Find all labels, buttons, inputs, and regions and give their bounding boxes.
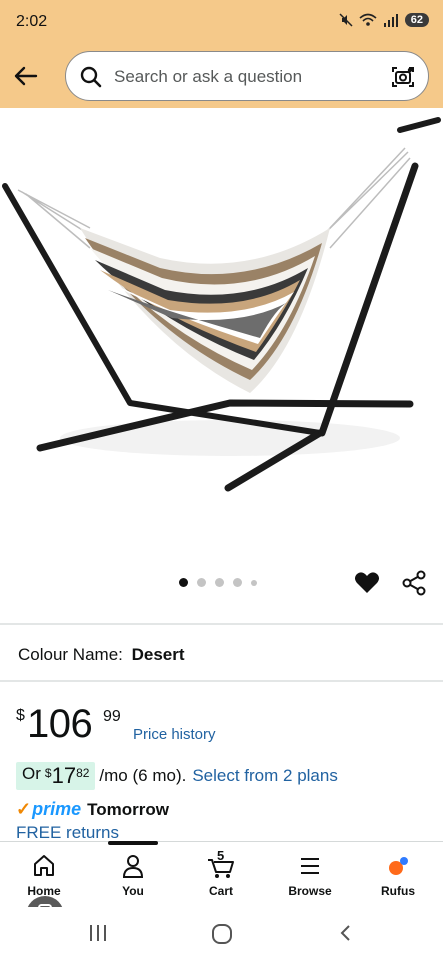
mute-icon <box>339 13 353 27</box>
search-input[interactable]: Search or ask a question <box>65 51 429 101</box>
plan-fraction: 82 <box>76 766 90 780</box>
colour-label: Colour Name: <box>18 645 123 664</box>
price-history-link[interactable]: Price history <box>133 726 216 743</box>
plan-whole: 17 <box>51 763 77 788</box>
chevron-left-icon <box>340 925 350 941</box>
nav-rufus-label: Rufus <box>381 884 415 898</box>
battery-indicator: 62 <box>404 13 429 27</box>
nav-you[interactable]: You <box>93 852 173 898</box>
system-back-button[interactable] <box>336 923 356 948</box>
search-placeholder: Search or ask a question <box>114 67 303 86</box>
colour-value: Desert <box>131 645 185 664</box>
hammock-illustration <box>2 117 441 492</box>
cart-badge: 5 <box>217 848 225 863</box>
delivery-date: Tomorrow <box>87 799 169 819</box>
installment-plan: Or $ 17 82 /mo (6 mo). Select from 2 pla… <box>16 761 338 791</box>
plan-price-highlight: Or $ 17 82 <box>16 762 96 790</box>
nav-cart-label: Cart <box>208 884 233 898</box>
divider <box>0 680 443 682</box>
select-plans-link[interactable]: Select from 2 plans <box>192 766 338 786</box>
status-icons: 62 <box>339 13 429 27</box>
pagination-dot[interactable] <box>215 578 224 587</box>
plan-or: Or <box>22 764 41 783</box>
price-whole: 106 <box>27 702 93 746</box>
price-fraction: 99 <box>103 708 121 725</box>
recent-apps-icon <box>90 925 106 941</box>
recent-apps-button[interactable] <box>88 923 108 948</box>
pagination-dot[interactable] <box>179 578 188 587</box>
search-icon <box>80 66 102 88</box>
wishlist-button[interactable] <box>353 569 381 602</box>
home-system-button[interactable] <box>211 923 233 950</box>
bottom-nav: Home You 5 Cart Browse Rufus <box>0 841 443 907</box>
app-header: Search or ask a question <box>0 44 443 108</box>
status-bar: 2:02 62 <box>0 0 443 44</box>
camera-lens-icon[interactable] <box>390 64 416 90</box>
prime-logo: prime <box>32 799 82 819</box>
free-returns-link[interactable]: FREE returns <box>16 823 119 843</box>
share-button[interactable] <box>400 569 428 602</box>
heart-icon <box>355 572 379 593</box>
prime-delivery: ✓ prime Tomorrow <box>16 799 169 820</box>
nav-rufus[interactable]: Rufus <box>358 852 438 898</box>
share-icon <box>402 570 426 596</box>
nav-home[interactable]: Home <box>4 852 84 898</box>
rufus-icon <box>389 857 408 875</box>
back-button[interactable] <box>10 60 42 92</box>
user-icon <box>122 855 144 878</box>
colour-row[interactable]: Colour Name: Desert <box>18 645 185 665</box>
wifi-icon <box>359 13 377 26</box>
plan-symbol: $ <box>44 766 52 780</box>
signal-icon <box>383 14 398 27</box>
home-icon <box>34 855 54 876</box>
nav-you-label: You <box>122 884 144 898</box>
nav-browse[interactable]: Browse <box>270 852 350 898</box>
home-circle-icon <box>212 924 232 944</box>
pagination-dot[interactable] <box>197 578 206 587</box>
nav-browse-label: Browse <box>288 884 332 898</box>
image-pagination[interactable] <box>179 578 257 587</box>
system-nav-bar <box>0 907 443 960</box>
product-image[interactable] <box>0 108 443 623</box>
pagination-dot[interactable] <box>251 579 257 586</box>
divider <box>0 623 443 625</box>
price-symbol: $ <box>16 707 25 724</box>
nav-cart[interactable]: 5 Cart <box>181 848 261 898</box>
menu-icon <box>301 858 319 874</box>
prime-check-icon: ✓ <box>16 799 32 819</box>
active-tab-indicator <box>108 841 158 845</box>
pagination-dot[interactable] <box>233 578 242 587</box>
back-arrow-icon <box>14 66 38 86</box>
status-time: 2:02 <box>16 13 48 30</box>
plan-term: /mo (6 mo). <box>99 766 187 785</box>
